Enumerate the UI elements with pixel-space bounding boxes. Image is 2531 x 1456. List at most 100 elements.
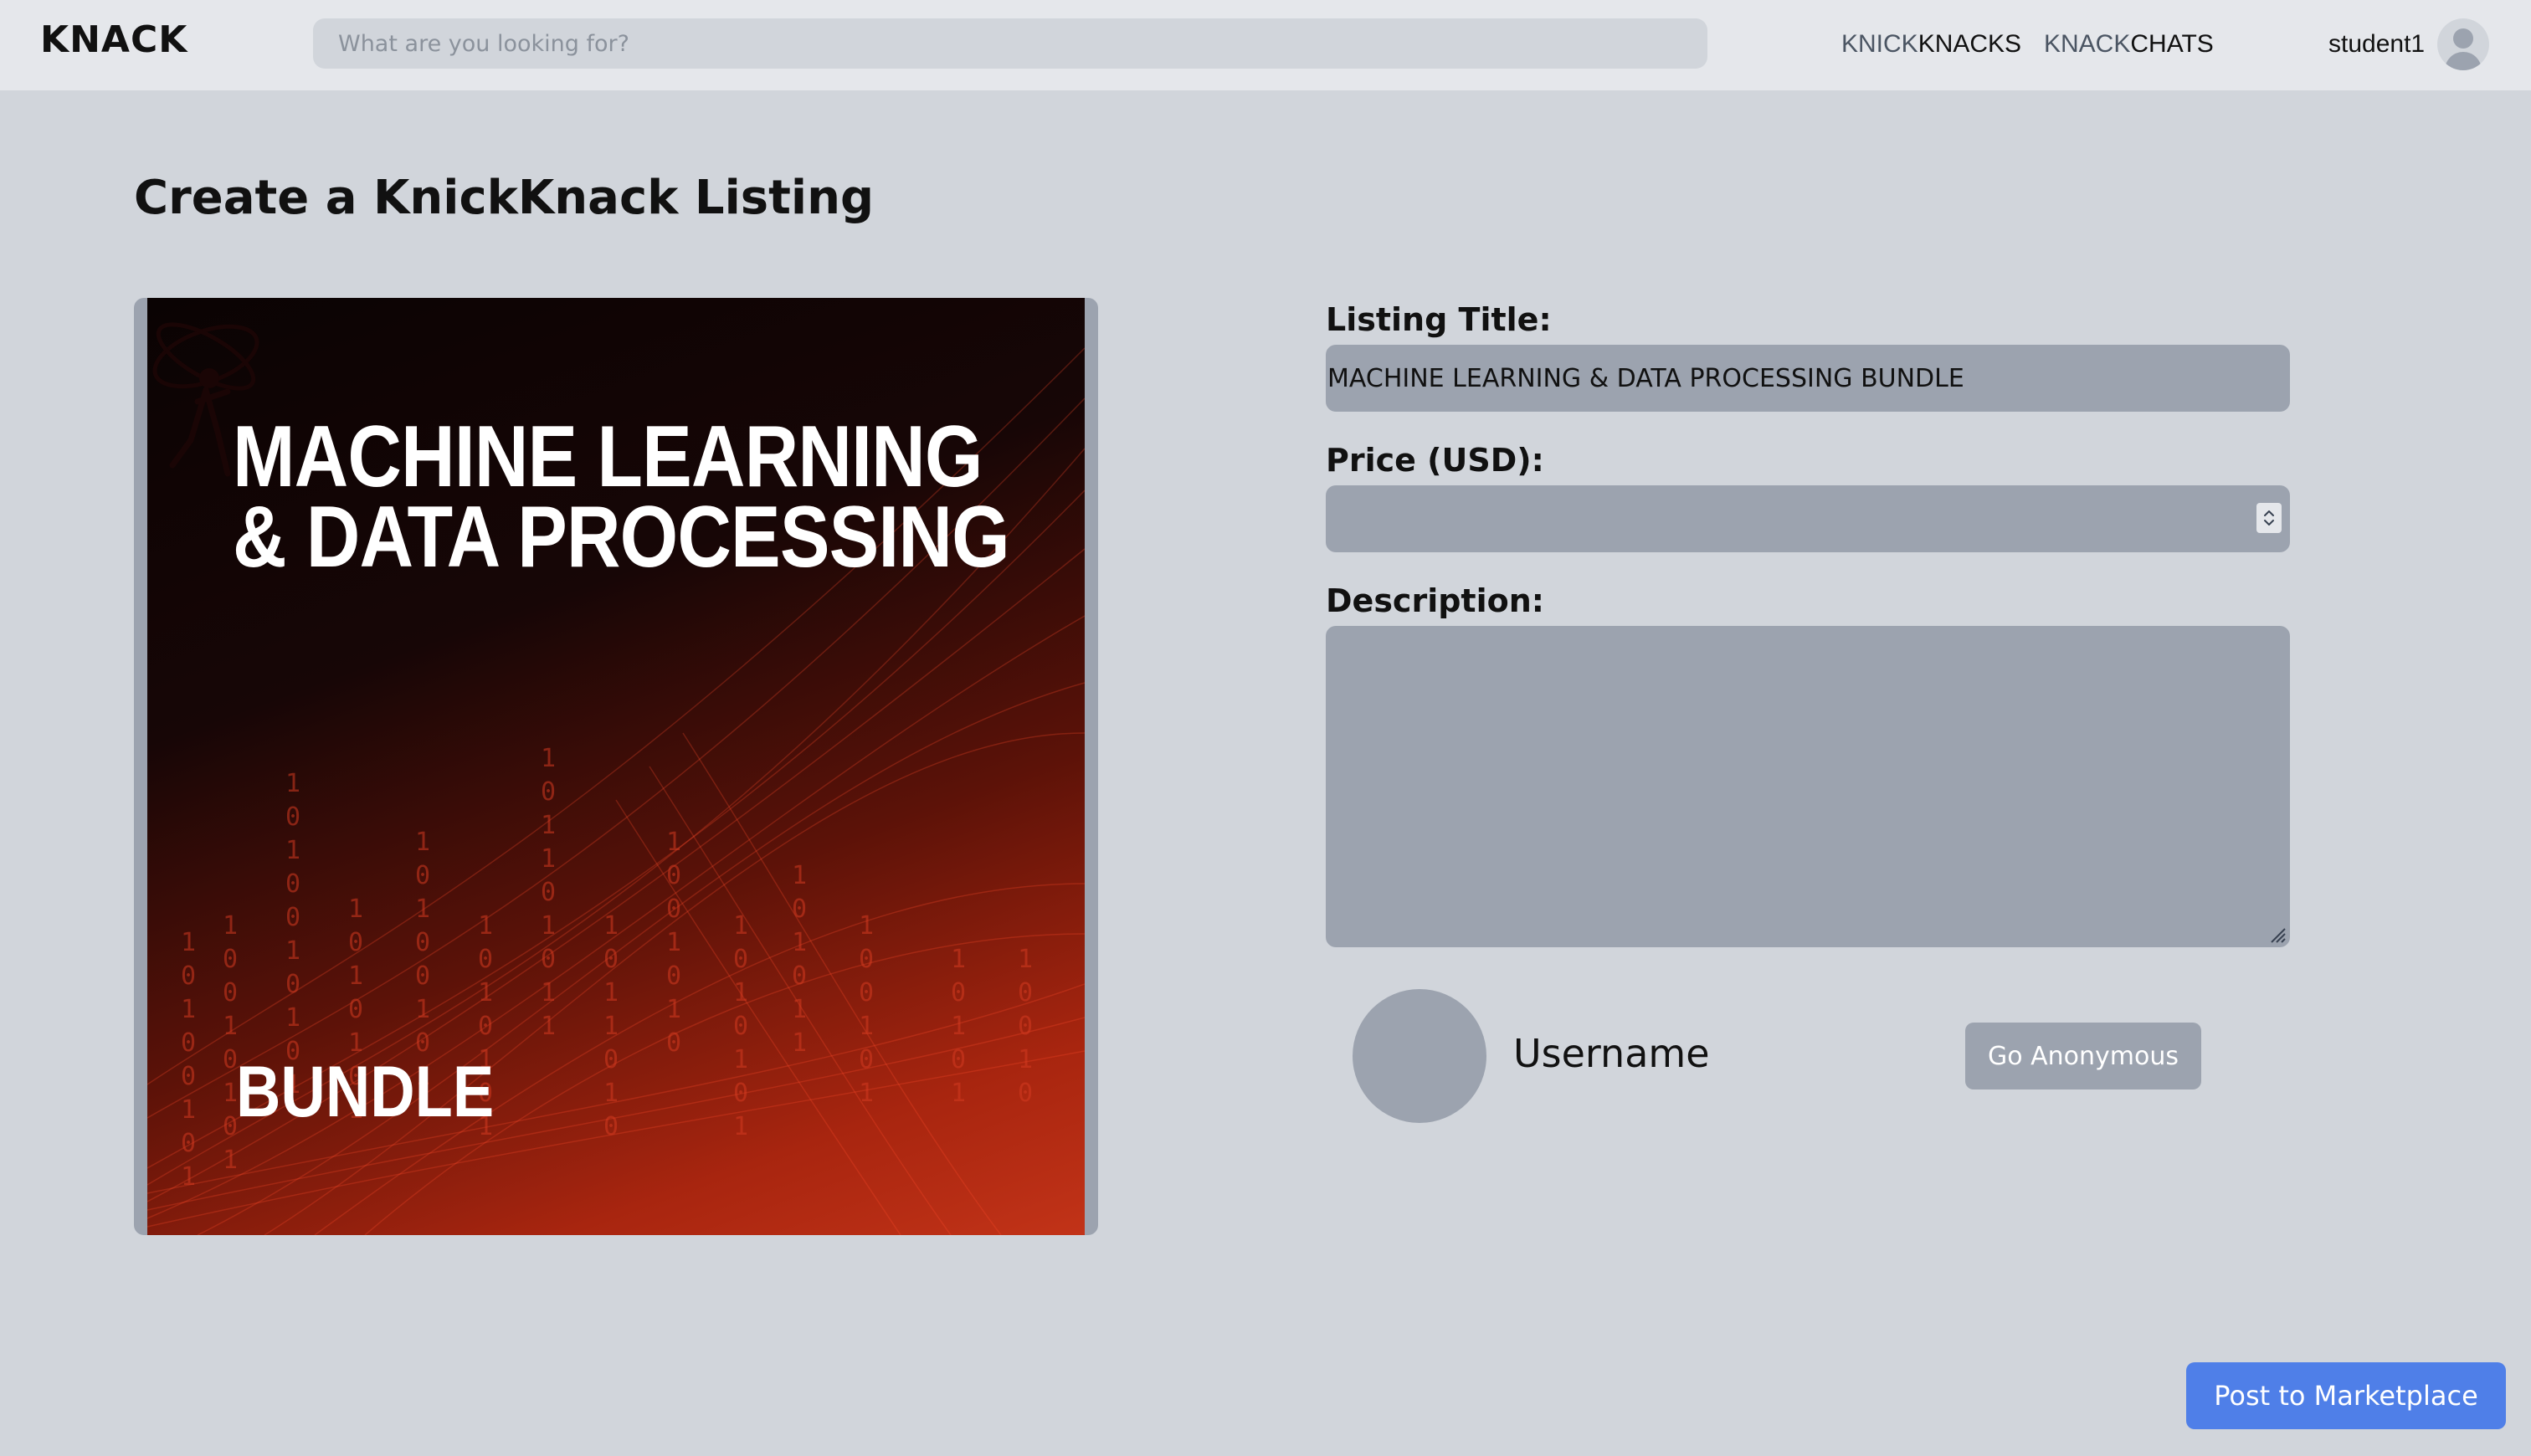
svg-text:1: 1 [603,978,619,1007]
svg-text:0: 0 [859,978,874,1007]
cover-subtitle: BUNDLE [236,1052,495,1132]
svg-text:0: 0 [1018,1012,1033,1041]
svg-text:0: 0 [603,1045,619,1074]
svg-text:1: 1 [792,928,807,957]
svg-text:1: 1 [1018,1045,1033,1074]
svg-text:1: 1 [733,1045,748,1074]
nav-link-label: KNACKS [1918,30,2022,58]
svg-text:1: 1 [541,1012,556,1041]
svg-text:1: 1 [348,961,363,991]
svg-text:1: 1 [285,769,300,798]
svg-text:0: 0 [603,1112,619,1141]
brand-logo[interactable]: KNACK [40,18,187,61]
nav-link-prefix: KNACK [2044,30,2131,58]
svg-text:0: 0 [666,861,681,890]
svg-text:1: 1 [285,1003,300,1033]
textarea-resize-handle-icon[interactable] [2267,924,2287,944]
svg-text:0: 0 [181,1129,196,1158]
chevron-up-down-icon [2264,510,2274,525]
svg-text:0: 0 [415,928,430,957]
description-label: Description: [1326,582,1544,619]
listing-title-label: Listing Title: [1326,301,1552,338]
svg-text:1: 1 [859,1079,874,1108]
svg-text:1: 1 [859,1012,874,1041]
svg-text:0: 0 [733,1012,748,1041]
nav-link-prefix: KNICK [1841,30,1918,58]
price-input[interactable] [1326,485,2290,552]
svg-text:0: 0 [666,1028,681,1058]
svg-text:0: 0 [951,1045,966,1074]
svg-text:0: 0 [348,928,363,957]
nav-link-knack-chats[interactable]: KNACKCHATS [2044,30,2214,59]
description-textarea[interactable] [1326,626,2290,947]
svg-text:1: 1 [951,1079,966,1108]
svg-text:1: 1 [951,945,966,974]
svg-text:1: 1 [541,978,556,1007]
svg-text:1: 1 [181,1162,196,1192]
go-anonymous-button[interactable]: Go Anonymous [1965,1023,2201,1089]
listing-title-input[interactable] [1326,345,2290,412]
svg-text:1: 1 [792,1028,807,1058]
svg-text:0: 0 [541,878,556,907]
cover-title-line-2: & DATA PROCESSING [233,489,1010,586]
svg-text:0: 0 [859,945,874,974]
svg-text:1: 1 [415,895,430,924]
svg-text:0: 0 [285,869,300,899]
user-avatar-icon[interactable] [2437,18,2489,70]
svg-text:0: 0 [666,961,681,991]
svg-text:1: 1 [603,911,619,941]
svg-text:0: 0 [792,961,807,991]
avatar-body-shape [2445,52,2482,70]
current-username[interactable]: student1 [2328,30,2425,59]
svg-text:1: 1 [285,836,300,865]
nav-link-label: CHATS [2130,30,2214,58]
svg-text:1: 1 [223,1012,238,1041]
listing-image-frame[interactable]: 1 0 1 0 0 1 0 1 0 1 1 0 1 0 0 1 0 1 1 0 1 1 0 1 0 1 1 1 0 0 1 0 1 0 1 0… [134,298,1098,1235]
svg-text:0: 0 [223,978,238,1007]
svg-text:1: 1 [603,1079,619,1108]
svg-text:0: 0 [415,861,430,890]
svg-text:1: 1 [415,828,430,857]
svg-text:1: 1 [415,995,430,1024]
svg-text:0: 0 [1018,1079,1033,1108]
svg-text:0: 0 [1018,978,1033,1007]
svg-text:1: 1 [478,911,493,941]
svg-text:1: 1 [478,978,493,1007]
svg-text:0: 0 [541,777,556,807]
svg-text:0: 0 [415,961,430,991]
svg-text:1: 1 [733,978,748,1007]
svg-text:1: 1 [541,744,556,773]
cover-title-line-1: MACHINE LEARNING [233,408,983,505]
svg-text:1: 1 [792,861,807,890]
svg-text:1: 1 [1018,945,1033,974]
cover-atom-logo-icon [152,322,259,477]
svg-text:1: 1 [181,995,196,1024]
svg-text:0: 0 [733,1079,748,1108]
svg-text:1: 1 [733,911,748,941]
nav-link-knick-knacks[interactable]: KNICKKNACKS [1841,30,2021,59]
svg-text:0: 0 [285,903,300,932]
top-navigation-bar: KNACK KNICKKNACKS KNACKCHATS student1 [0,0,2531,90]
search-input[interactable] [313,18,1707,69]
svg-text:0: 0 [181,1028,196,1058]
svg-text:1: 1 [181,928,196,957]
seller-avatar [1353,989,1486,1123]
svg-text:1: 1 [181,1095,196,1125]
svg-text:0: 0 [285,802,300,832]
svg-text:0: 0 [181,961,196,991]
price-stepper[interactable] [2256,503,2282,533]
cover-title: MACHINE LEARNING & DATA PROCESSING [233,408,1010,586]
post-to-marketplace-button[interactable]: Post to Marketplace [2186,1362,2506,1429]
svg-text:0: 0 [603,945,619,974]
svg-text:0: 0 [733,945,748,974]
svg-text:1: 1 [223,1146,238,1175]
svg-text:1: 1 [733,1112,748,1141]
svg-text:1: 1 [951,1012,966,1041]
svg-text:0: 0 [478,945,493,974]
svg-text:0: 0 [951,978,966,1007]
svg-text:0: 0 [859,1045,874,1074]
listing-cover-image: 1 0 1 0 0 1 0 1 0 1 1 0 1 0 0 1 0 1 1 0 1 1 0 1 0 1 1 1 0 0 1 0 1 0 1 0… [147,298,1085,1235]
svg-text:1: 1 [541,811,556,840]
svg-text:0: 0 [348,995,363,1024]
page-title: Create a KnickKnack Listing [134,171,875,225]
